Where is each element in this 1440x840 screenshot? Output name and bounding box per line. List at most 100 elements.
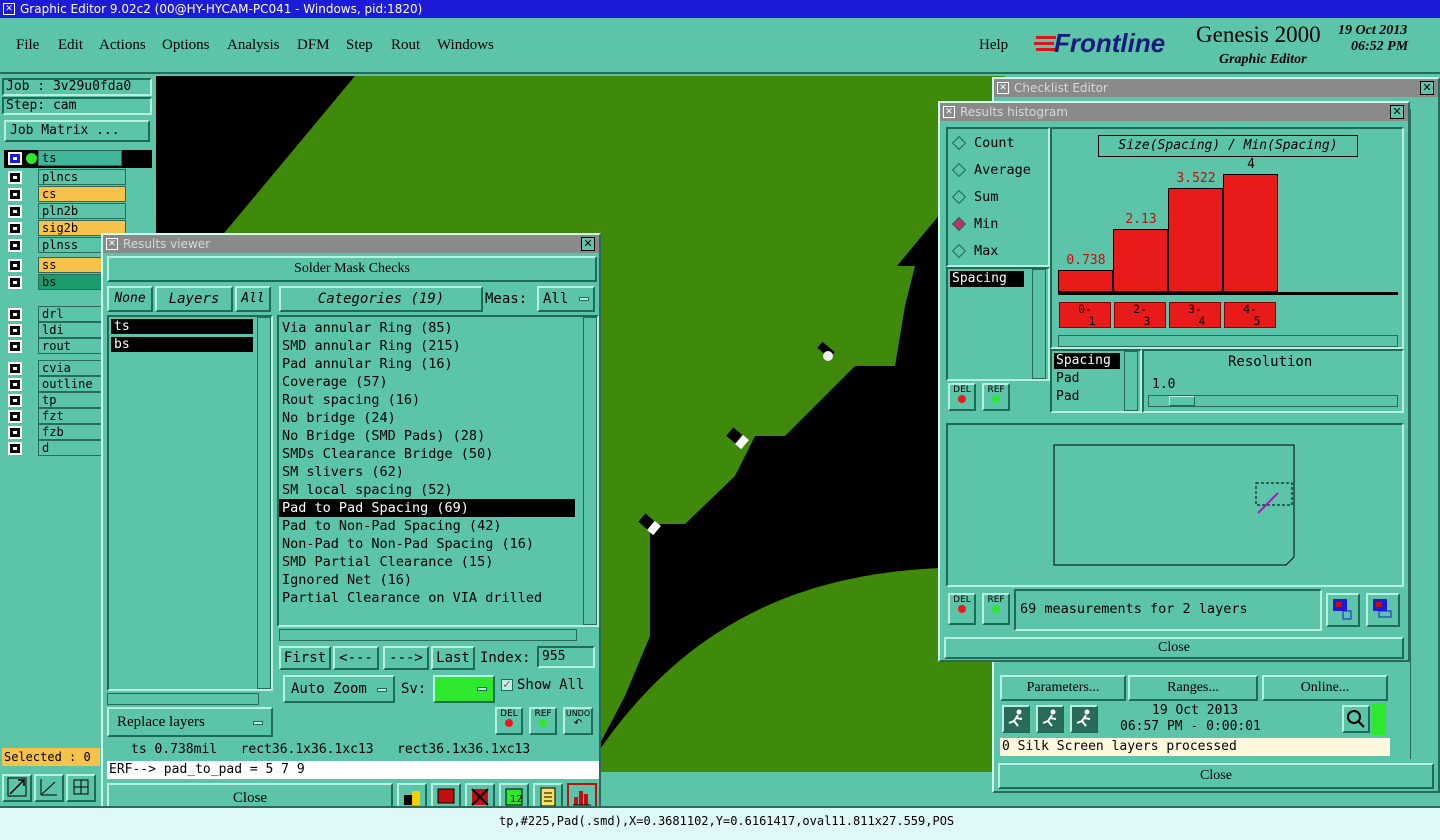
menu-options[interactable]: Options xyxy=(162,37,210,54)
tool-zoom-button[interactable] xyxy=(2,774,32,802)
slider-thumb[interactable] xyxy=(1169,396,1195,406)
category-item[interactable]: Ignored Net (16) xyxy=(279,571,575,589)
menu-windows[interactable]: Windows xyxy=(437,37,494,54)
next-button[interactable]: ---> xyxy=(383,646,429,670)
category-item[interactable]: Pad annular Ring (16) xyxy=(279,355,575,373)
window-menu-icon[interactable]: ✕ xyxy=(106,238,118,250)
res-list-item[interactable]: Spacing xyxy=(1054,353,1120,369)
category-item[interactable]: SMDs Clearance Bridge (50) xyxy=(279,445,575,463)
close-icon[interactable]: ✕ xyxy=(581,237,595,251)
chart-hscrollbar[interactable] xyxy=(1058,335,1398,347)
index-field[interactable]: 955 xyxy=(537,646,595,668)
radio-count[interactable]: Count xyxy=(951,135,1015,151)
measure-list-item[interactable]: Spacing xyxy=(950,271,1024,287)
layer-checkbox[interactable] xyxy=(8,308,22,321)
menu-rout[interactable]: Rout xyxy=(391,37,420,54)
job-matrix-button[interactable]: Job Matrix ... xyxy=(4,120,150,142)
layer-checkbox[interactable] xyxy=(8,442,22,455)
menu-analysis[interactable]: Analysis xyxy=(227,37,280,54)
layer-list-item[interactable]: ts xyxy=(111,319,253,334)
menu-actions[interactable]: Actions xyxy=(99,37,146,54)
category-item[interactable]: Non-Pad to Non-Pad Spacing (16) xyxy=(279,535,575,553)
auto-zoom-dropdown[interactable]: Auto Zoom xyxy=(283,675,395,703)
show-all-checkbox[interactable]: ✓ xyxy=(501,679,513,691)
import-button[interactable] xyxy=(1366,593,1400,627)
layer-name[interactable]: plncs xyxy=(38,169,126,185)
category-item[interactable]: No bridge (24) xyxy=(279,409,575,427)
window-menu-icon[interactable]: ✕ xyxy=(997,82,1009,94)
preview-ref-button[interactable]: REF xyxy=(982,593,1010,625)
measure-listbox[interactable]: Spacing xyxy=(946,267,1050,381)
layer-checkbox[interactable] xyxy=(8,239,22,252)
sv-color-dropdown[interactable] xyxy=(433,675,495,703)
ranges-button[interactable]: Ranges... xyxy=(1128,675,1258,701)
layers-all-button[interactable]: All xyxy=(235,286,271,312)
close-icon[interactable]: ✕ xyxy=(1390,105,1404,119)
measure-scrollbar[interactable] xyxy=(1032,269,1046,379)
del-button[interactable]: DEL xyxy=(495,707,523,735)
res-list-item[interactable]: Pad xyxy=(1054,371,1079,386)
layers-scrollbar[interactable] xyxy=(257,317,271,689)
histogram-ref-button[interactable]: REF xyxy=(982,383,1010,411)
layers-listbox[interactable]: ts bs xyxy=(107,315,273,691)
histogram-close-button[interactable]: Close xyxy=(944,637,1404,659)
preview-del-button[interactable]: DEL xyxy=(948,593,976,625)
close-icon[interactable]: ✕ xyxy=(1420,81,1434,95)
category-item[interactable]: SMD Partial Clearance (15) xyxy=(279,553,575,571)
layer-checkbox[interactable] xyxy=(8,205,22,218)
ref-button[interactable]: REF xyxy=(529,707,557,735)
res-list-item[interactable]: Pad xyxy=(1054,389,1079,404)
layer-checkbox[interactable] xyxy=(8,410,22,423)
tool-grid-button[interactable] xyxy=(66,774,96,802)
layer-checkbox[interactable] xyxy=(8,426,22,439)
layer-checkbox[interactable] xyxy=(8,188,22,201)
layer-name[interactable]: pln2b xyxy=(38,203,126,219)
layer-checkbox[interactable] xyxy=(8,340,22,353)
histogram-del-button[interactable]: DEL xyxy=(948,383,976,411)
run-button[interactable] xyxy=(1036,705,1064,733)
layer-checkbox[interactable] xyxy=(8,324,22,337)
category-item[interactable]: Pad to Non-Pad Spacing (42) xyxy=(279,517,575,535)
category-item[interactable]: Via annular Ring (85) xyxy=(279,319,575,337)
layer-name[interactable]: ts xyxy=(38,150,122,166)
layer-checkbox[interactable] xyxy=(8,171,22,184)
category-item[interactable]: SM slivers (62) xyxy=(279,463,575,481)
zoom-button[interactable] xyxy=(1342,705,1370,733)
resolution-slider[interactable] xyxy=(1148,395,1398,407)
layer-checkbox[interactable] xyxy=(8,152,22,165)
menu-file[interactable]: File xyxy=(16,37,39,54)
radio-sum[interactable]: Sum xyxy=(951,189,998,205)
online-button[interactable]: Online... xyxy=(1262,675,1388,701)
layer-checkbox[interactable] xyxy=(8,394,22,407)
res-scrollbar[interactable] xyxy=(1124,351,1138,411)
menu-edit[interactable]: Edit xyxy=(58,37,83,54)
category-item[interactable]: Coverage (57) xyxy=(279,373,575,391)
undo-button[interactable]: UNDO ↶ xyxy=(563,707,593,735)
export-button[interactable] xyxy=(1326,593,1360,627)
layer-row[interactable]: ts xyxy=(4,150,152,168)
categories-hscrollbar[interactable] xyxy=(279,629,577,641)
category-item[interactable]: Pad to Pad Spacing (69) xyxy=(279,499,575,517)
layer-checkbox[interactable] xyxy=(8,276,22,289)
radio-min[interactable]: Min xyxy=(951,216,998,232)
run-button[interactable] xyxy=(1070,705,1098,733)
categories-listbox[interactable]: Via annular Ring (85) SMD annular Ring (2… xyxy=(277,315,599,627)
prev-button[interactable]: <--- xyxy=(333,646,379,670)
replace-layers-dropdown[interactable]: Replace layers xyxy=(107,707,273,737)
menu-help[interactable]: Help xyxy=(979,37,1008,54)
first-button[interactable]: First xyxy=(279,646,331,670)
categories-scrollbar[interactable] xyxy=(583,317,597,625)
layers-hscrollbar[interactable] xyxy=(107,693,259,705)
category-item[interactable]: Partial Clearance on VIA drilled xyxy=(279,589,575,607)
layer-checkbox[interactable] xyxy=(8,378,22,391)
layer-row[interactable]: plncs xyxy=(4,169,152,185)
radio-max[interactable]: Max xyxy=(951,243,998,259)
layer-row[interactable]: cs xyxy=(4,186,152,202)
menu-dfm[interactable]: DFM xyxy=(297,37,330,54)
run-button[interactable] xyxy=(1002,705,1030,733)
parameters-button[interactable]: Parameters... xyxy=(1000,675,1126,701)
layer-checkbox[interactable] xyxy=(8,222,22,235)
checklist-close-button[interactable]: Close xyxy=(998,763,1434,789)
category-item[interactable]: Rout spacing (16) xyxy=(279,391,575,409)
window-menu-icon[interactable]: ✕ xyxy=(943,106,955,118)
